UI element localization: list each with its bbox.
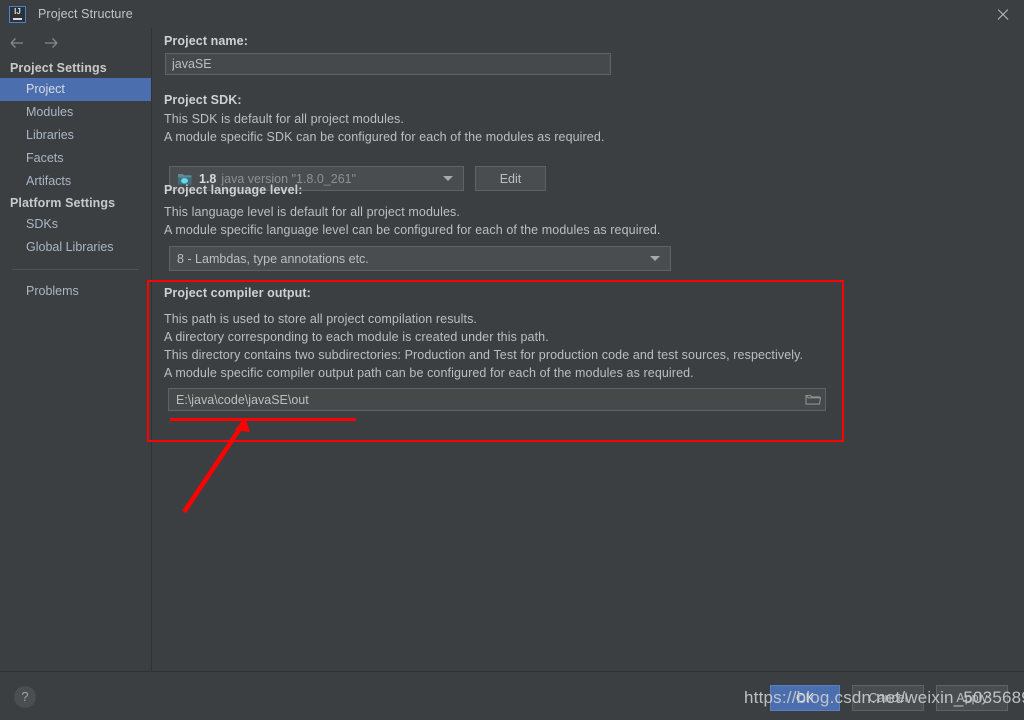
language-level-dropdown[interactable]: 8 - Lambdas, type annotations etc.	[169, 246, 671, 271]
sidebar-item-libraries[interactable]: Libraries	[0, 124, 151, 147]
compiler-output-description-line-2: A directory corresponding to each module…	[164, 330, 549, 344]
sidebar-divider	[12, 269, 139, 270]
sidebar-item-project[interactable]: Project	[0, 78, 151, 101]
window-title: Project Structure	[38, 7, 133, 21]
sidebar: Project Settings Project Modules Librari…	[0, 28, 152, 671]
arrow-left-icon[interactable]	[8, 34, 26, 52]
help-button[interactable]: ?	[14, 686, 36, 708]
project-name-label: Project name:	[164, 34, 248, 48]
arrow-right-icon[interactable]	[42, 34, 60, 52]
project-sdk-description-line-1: This SDK is default for all project modu…	[164, 112, 404, 126]
chevron-down-icon	[443, 176, 453, 181]
compiler-output-path-field[interactable]: E:\java\code\javaSE\out	[168, 388, 826, 411]
sidebar-item-sdks[interactable]: SDKs	[0, 213, 151, 236]
chevron-down-icon	[650, 256, 660, 261]
sidebar-item-artifacts[interactable]: Artifacts	[0, 170, 151, 193]
title-bar: Project Structure	[0, 0, 1024, 28]
folder-icon[interactable]	[805, 393, 821, 406]
language-level-description-line-2: A module specific language level can be …	[164, 223, 661, 237]
project-sdk-label: Project SDK:	[164, 93, 242, 107]
close-icon[interactable]	[994, 6, 1012, 24]
sidebar-section-header-platform-settings: Platform Settings	[10, 196, 116, 210]
compiler-output-description-line-4: A module specific compiler output path c…	[164, 366, 694, 380]
project-sdk-description-line-2: A module specific SDK can be configured …	[164, 130, 605, 144]
language-level-description-line-1: This language level is default for all p…	[164, 205, 460, 219]
language-level-label: Project language level:	[164, 183, 303, 197]
project-structure-dialog: Project Structure Project Settings Proje…	[0, 0, 1024, 720]
main-panel: Project name: Project SDK: This SDK is d…	[153, 28, 1024, 671]
sidebar-section-header-project-settings: Project Settings	[10, 61, 107, 75]
project-name-input[interactable]	[165, 53, 611, 75]
watermark-text: https://blog.csdn.net/weixin_50356899	[744, 688, 1024, 707]
sidebar-item-facets[interactable]: Facets	[0, 147, 151, 170]
sidebar-nav-bar	[0, 28, 151, 58]
compiler-output-label: Project compiler output:	[164, 286, 311, 300]
compiler-output-description-line-3: This directory contains two subdirectori…	[164, 348, 804, 362]
sidebar-item-global-libraries[interactable]: Global Libraries	[0, 236, 151, 259]
language-level-value: 8 - Lambdas, type annotations etc.	[177, 251, 369, 266]
compiler-output-description-line-1: This path is used to store all project c…	[164, 312, 477, 326]
compiler-output-path-value: E:\java\code\javaSE\out	[176, 392, 309, 407]
sidebar-item-modules[interactable]: Modules	[0, 101, 151, 124]
intellij-idea-logo-icon	[9, 5, 26, 23]
sidebar-item-problems[interactable]: Problems	[0, 280, 151, 303]
edit-sdk-button[interactable]: Edit	[475, 166, 546, 191]
